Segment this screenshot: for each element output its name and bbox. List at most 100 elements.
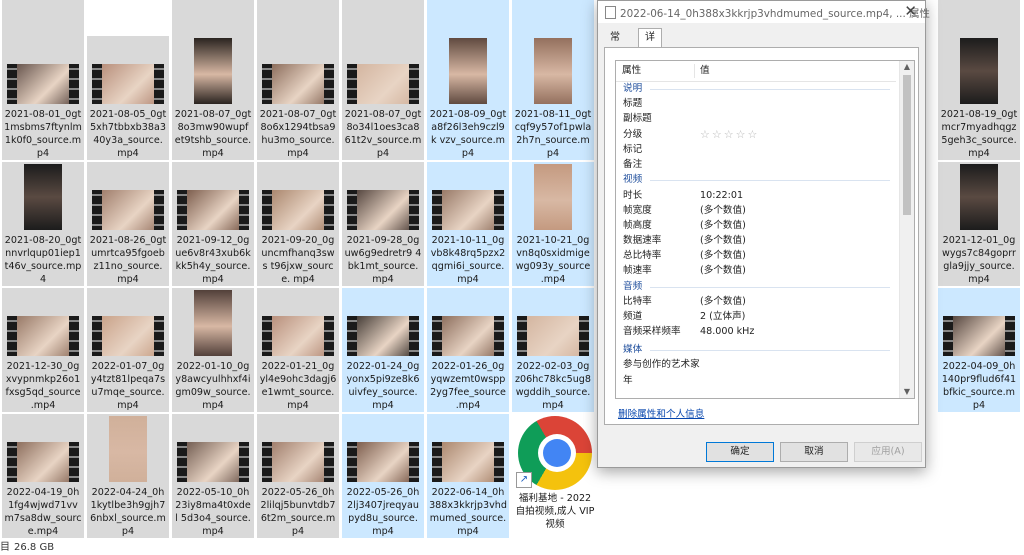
row-title[interactable]: 标题 — [616, 96, 896, 111]
file-name: 2022-04-19_0h 1fg4wjwd71vv m7sa8dw_sourc… — [4, 487, 82, 537]
apply-button[interactable]: 应用(A) — [854, 442, 922, 462]
row-tags[interactable]: 标记 — [616, 142, 896, 157]
row-audio-bitrate[interactable]: 比特率 (多个数值) — [616, 294, 896, 309]
file-tile[interactable]: 2021-08-05_0gt 5xh7tbbxb38a3 40y3a_sourc… — [87, 36, 169, 160]
ok-button[interactable]: 确定 — [706, 442, 774, 462]
section-media: 媒体 — [616, 342, 896, 357]
video-thumbnail — [92, 190, 164, 230]
file-tile[interactable]: 2021-08-11_0gt cqf9y57of1pwla 2h7n_sourc… — [512, 36, 594, 160]
file-name: 2022-01-10_0g y8awcyulhhxf4i gm09w_sourc… — [175, 361, 251, 411]
remove-properties-link[interactable]: 删除属性和个人信息 — [618, 406, 704, 420]
file-tile[interactable]: 2022-01-07_0g y4tzt81lpeqa7s u7mqe_sourc… — [87, 288, 169, 412]
chrome-shortcut-tile[interactable]: ↗ 福利基地 - 2022 自拍视频,成人 VIP视频 — [514, 414, 596, 538]
file-tile[interactable]: 2021-08-09_0gt a8f26l3eh9czl9k vzv_sourc… — [427, 36, 509, 160]
row-comments[interactable]: 备注 — [616, 157, 896, 172]
file-tile[interactable]: 2022-05-26_0h 2lilqj5bunvtdb7 6t2m_sourc… — [257, 414, 339, 538]
scroll-down-icon[interactable]: ▼ — [900, 386, 914, 398]
video-thumbnail — [92, 64, 164, 104]
row-sample-rate[interactable]: 音频采样频率 48.000 kHz — [616, 324, 896, 339]
video-thumbnail — [347, 64, 419, 104]
row-contributing-artists[interactable]: 参与创作的艺术家 — [616, 357, 896, 372]
video-thumbnail — [432, 316, 504, 356]
video-thumbnail — [194, 290, 232, 356]
file-name: 2021-09-12_0g ue6v8r43xub6k kk5h4y_sourc… — [175, 235, 251, 285]
file-tile[interactable]: 2021-08-07_0gt 8o6x1294tbsa9 hu3mo_sourc… — [257, 36, 339, 160]
file-tile[interactable]: 2022-04-09_0h 140pr9flud6f41 bfkic_sourc… — [938, 288, 1020, 412]
file-name: 2021-12-30_0g xvypnmkp26o1 fxsg5qd_sourc… — [5, 361, 81, 411]
file-name: 2021-08-01_0gt 1msbms7ftynlm 1k0f0_sourc… — [4, 109, 82, 159]
properties-dialog: 2022-06-14_0h388x3kkrjp3vhdmumed_source.… — [597, 0, 930, 468]
file-tile[interactable]: 2022-01-10_0g y8awcyulhhxf4i gm09w_sourc… — [172, 288, 254, 412]
file-tile[interactable]: 2022-01-26_0g yqwzemt0wspp 2yg7fee_sourc… — [427, 288, 509, 412]
row-length[interactable]: 时长 10:22:01 — [616, 188, 896, 203]
section-audio: 音频 — [616, 279, 896, 294]
video-thumbnail — [177, 190, 249, 230]
file-name: 2021-08-05_0gt 5xh7tbbxb38a3 40y3a_sourc… — [89, 109, 167, 159]
file-tile[interactable]: 2021-08-26_0gt umrtca95fgoeb z11no_sourc… — [87, 162, 169, 286]
file-tile[interactable]: 2022-05-10_0h 23iy8ma4t0xdel 5d3o4_sourc… — [172, 414, 254, 538]
file-tile[interactable]: 2022-05-26_0h 2lj3407jreqyau pyd8u_sourc… — [342, 414, 424, 538]
file-tile[interactable]: 2021-10-11_0g vb8k48rq5pzx2 qgmi6i_sourc… — [427, 162, 509, 286]
file-tile[interactable]: 2022-01-21_0g yl4e9ohc3dagj6 e1wmt_sourc… — [257, 288, 339, 412]
row-frame-rate[interactable]: 帧速率 (多个数值) — [616, 263, 896, 278]
video-thumbnail — [432, 442, 504, 482]
file-tile[interactable]: 2021-12-30_0g xvypnmkp26o1 fxsg5qd_sourc… — [2, 288, 84, 412]
file-tile[interactable]: 2022-04-24_0h 1kytlbe3h9gjh7 6nbxl_sourc… — [87, 414, 169, 538]
scroll-thumb[interactable] — [903, 75, 911, 215]
file-tile[interactable]: 2021-12-01_0g wygs7c84goprr gla9jjy_sour… — [938, 162, 1020, 286]
property-list[interactable]: 属性 值 说明 标题 副标题 分级 ☆☆☆☆☆ 标记 备注 视频 时长 10:22… — [615, 60, 915, 399]
video-thumbnail — [7, 316, 79, 356]
video-thumbnail — [432, 190, 504, 230]
video-thumbnail — [347, 190, 419, 230]
scroll-up-icon[interactable]: ▲ — [900, 61, 914, 73]
section-video: 视频 — [616, 172, 896, 187]
dialog-titlebar[interactable]: 2022-06-14_0h388x3kkrjp3vhdmumed_source.… — [598, 1, 930, 23]
file-tile[interactable]: 2021-09-20_0g uncmfhanq3sws t96jxw_sourc… — [257, 162, 339, 286]
row-data-rate[interactable]: 数据速率 (多个数值) — [616, 233, 896, 248]
video-thumbnail — [347, 442, 419, 482]
file-tile[interactable]: 2021-08-07_0gt 8o3mw90wupf et9tshb_sourc… — [172, 36, 254, 160]
file-tile[interactable]: 2021-08-20_0gt nnvrlqup01iep1 t46v_sourc… — [2, 162, 84, 286]
file-tile[interactable]: 2021-09-12_0g ue6v8r43xub6k kk5h4y_sourc… — [172, 162, 254, 286]
row-rating[interactable]: 分级 ☆☆☆☆☆ — [616, 127, 896, 142]
file-name: 2021-08-26_0gt umrtca95fgoeb z11no_sourc… — [89, 235, 167, 285]
file-tile[interactable]: 2022-04-19_0h 1fg4wjwd71vv m7sa8dw_sourc… — [2, 414, 84, 538]
file-name: 2021-09-20_0g uncmfhanq3sws t96jxw_sourc… — [261, 235, 335, 285]
file-tile[interactable]: 2021-09-28_0g uw6g9edretr9 4bk1mt_source… — [342, 162, 424, 286]
cancel-button[interactable]: 取消 — [780, 442, 848, 462]
file-tile[interactable]: 2021-08-19_0gt mcr7myadhqgz 5geh3c_sourc… — [938, 36, 1020, 160]
shortcut-arrow-icon: ↗ — [516, 472, 532, 488]
rating-stars[interactable]: ☆☆☆☆☆ — [700, 127, 759, 142]
file-tile[interactable]: 2022-02-03_0g z06hc78kc5ug8 wgddih_sourc… — [512, 288, 594, 412]
file-tile[interactable]: 2021-08-01_0gt 1msbms7ftynlm 1k0f0_sourc… — [2, 36, 84, 160]
row-channels[interactable]: 频道 2 (立体声) — [616, 309, 896, 324]
file-name: 2021-08-09_0gt a8f26l3eh9czl9k vzv_sourc… — [429, 109, 507, 159]
file-tile[interactable]: 2021-10-21_0g vn8q0sxidmige wg093y_sourc… — [512, 162, 594, 286]
video-thumbnail — [347, 316, 419, 356]
row-subtitle[interactable]: 副标题 — [616, 111, 896, 126]
row-total-bitrate[interactable]: 总比特率 (多个数值) — [616, 248, 896, 263]
video-thumbnail — [534, 164, 572, 230]
video-thumbnail — [109, 416, 147, 482]
status-bar: 目 26.8 GB — [0, 540, 1024, 555]
tab-general[interactable]: 常规 — [604, 29, 626, 61]
file-tile[interactable]: 2021-08-07_0gt 8o34l1oes3ca8 61t2v_sourc… — [342, 36, 424, 160]
file-name: 2021-08-07_0gt 8o6x1294tbsa9 hu3mo_sourc… — [259, 109, 337, 159]
row-year[interactable]: 年 — [616, 373, 896, 388]
tab-details[interactable]: 详细信息 — [638, 28, 662, 97]
file-name: 2022-02-03_0g z06hc78kc5ug8 wgddih_sourc… — [514, 361, 591, 411]
file-name: 2021-08-11_0gt cqf9y57of1pwla 2h7n_sourc… — [514, 109, 592, 159]
header-value[interactable]: 值 — [700, 61, 710, 81]
close-icon[interactable]: ✕ — [904, 2, 917, 20]
row-frame-height[interactable]: 帧高度 (多个数值) — [616, 218, 896, 233]
row-frame-width[interactable]: 帧宽度 (多个数值) — [616, 203, 896, 218]
property-list-scrollbar[interactable]: ▲ ▼ — [899, 61, 914, 398]
video-thumbnail — [92, 316, 164, 356]
file-tile[interactable]: 2022-01-24_0g yonx5pi9ze8k6 uivfey_sourc… — [342, 288, 424, 412]
header-property[interactable]: 属性 — [622, 61, 641, 81]
video-thumbnail — [177, 442, 249, 482]
video-thumbnail — [262, 190, 334, 230]
file-name: 2022-05-10_0h 23iy8ma4t0xdel 5d3o4_sourc… — [175, 487, 251, 537]
file-tile[interactable]: 2022-06-14_0h 388x3kkrjp3vhd mumed_sourc… — [427, 414, 509, 538]
file-name: 2021-08-07_0gt 8o34l1oes3ca8 61t2v_sourc… — [344, 109, 422, 159]
